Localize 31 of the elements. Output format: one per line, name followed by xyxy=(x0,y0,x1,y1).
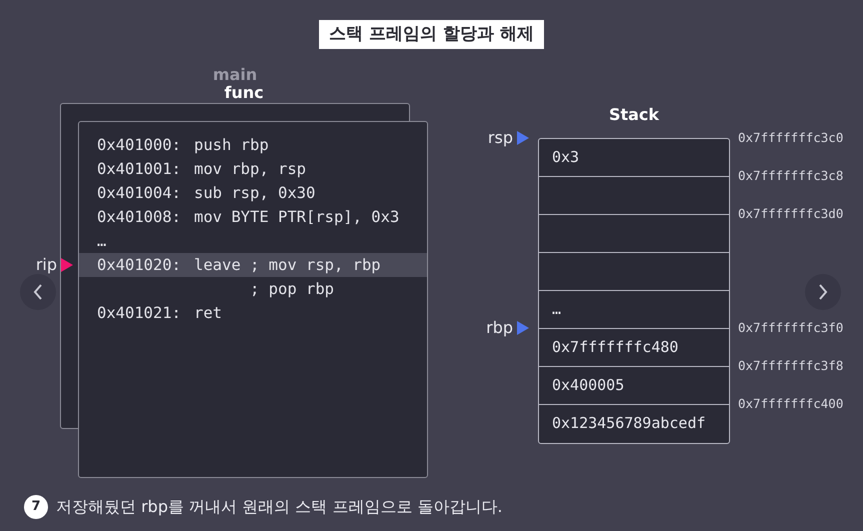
stack-address: 0x7fffffffc3c8 xyxy=(737,167,844,185)
stack-cell: … xyxy=(538,290,730,328)
step-number: 7 xyxy=(24,495,48,519)
frame-label: func xyxy=(223,84,265,102)
stack-address: 0x7fffffffc400 xyxy=(737,395,844,413)
code-line: 0x401000: push rbp xyxy=(96,135,270,156)
code-line: 0x401004: sub rsp, 0x30 xyxy=(96,183,316,204)
stack-cell: 0x7fffffffc480 xyxy=(538,328,730,366)
code-line: 0x401021: ret xyxy=(96,303,223,324)
code-line: … xyxy=(96,231,108,252)
code-line: 0x401008: mov BYTE PTR[rsp], 0x3 xyxy=(96,207,400,228)
page-title: 스택 프레임의 할당과 해제 xyxy=(319,20,544,49)
stack-cell: 0x3 xyxy=(538,138,730,176)
code-line: ; pop rbp xyxy=(248,279,335,300)
pointer-label: rsp xyxy=(488,127,513,149)
pointer-label: rip xyxy=(36,254,57,276)
frame-label: main xyxy=(212,66,258,84)
stack-address: 0x7fffffffc3f8 xyxy=(737,357,844,375)
caption-text: 저장해뒀던 rbp를 꺼내서 원래의 스택 프레임으로 돌아갑니다. xyxy=(56,496,502,518)
stack-address: 0x7fffffffc3f0 xyxy=(737,319,844,337)
pointer-label: rbp xyxy=(486,317,513,339)
code-line: 0x401001: mov rbp, rsp xyxy=(96,159,307,180)
stack-address: 0x7fffffffc3d0 xyxy=(737,205,844,223)
stack-address: 0x7fffffffc3c0 xyxy=(737,129,844,147)
next-button[interactable] xyxy=(805,274,841,310)
chevron-left-icon xyxy=(33,284,43,300)
stack-cell: 0x123456789abcedf xyxy=(538,404,730,444)
chevron-right-icon xyxy=(818,284,828,300)
stack-title: Stack xyxy=(608,104,660,126)
stack-cell: 0x400005 xyxy=(538,366,730,404)
previous-button[interactable] xyxy=(20,274,56,310)
